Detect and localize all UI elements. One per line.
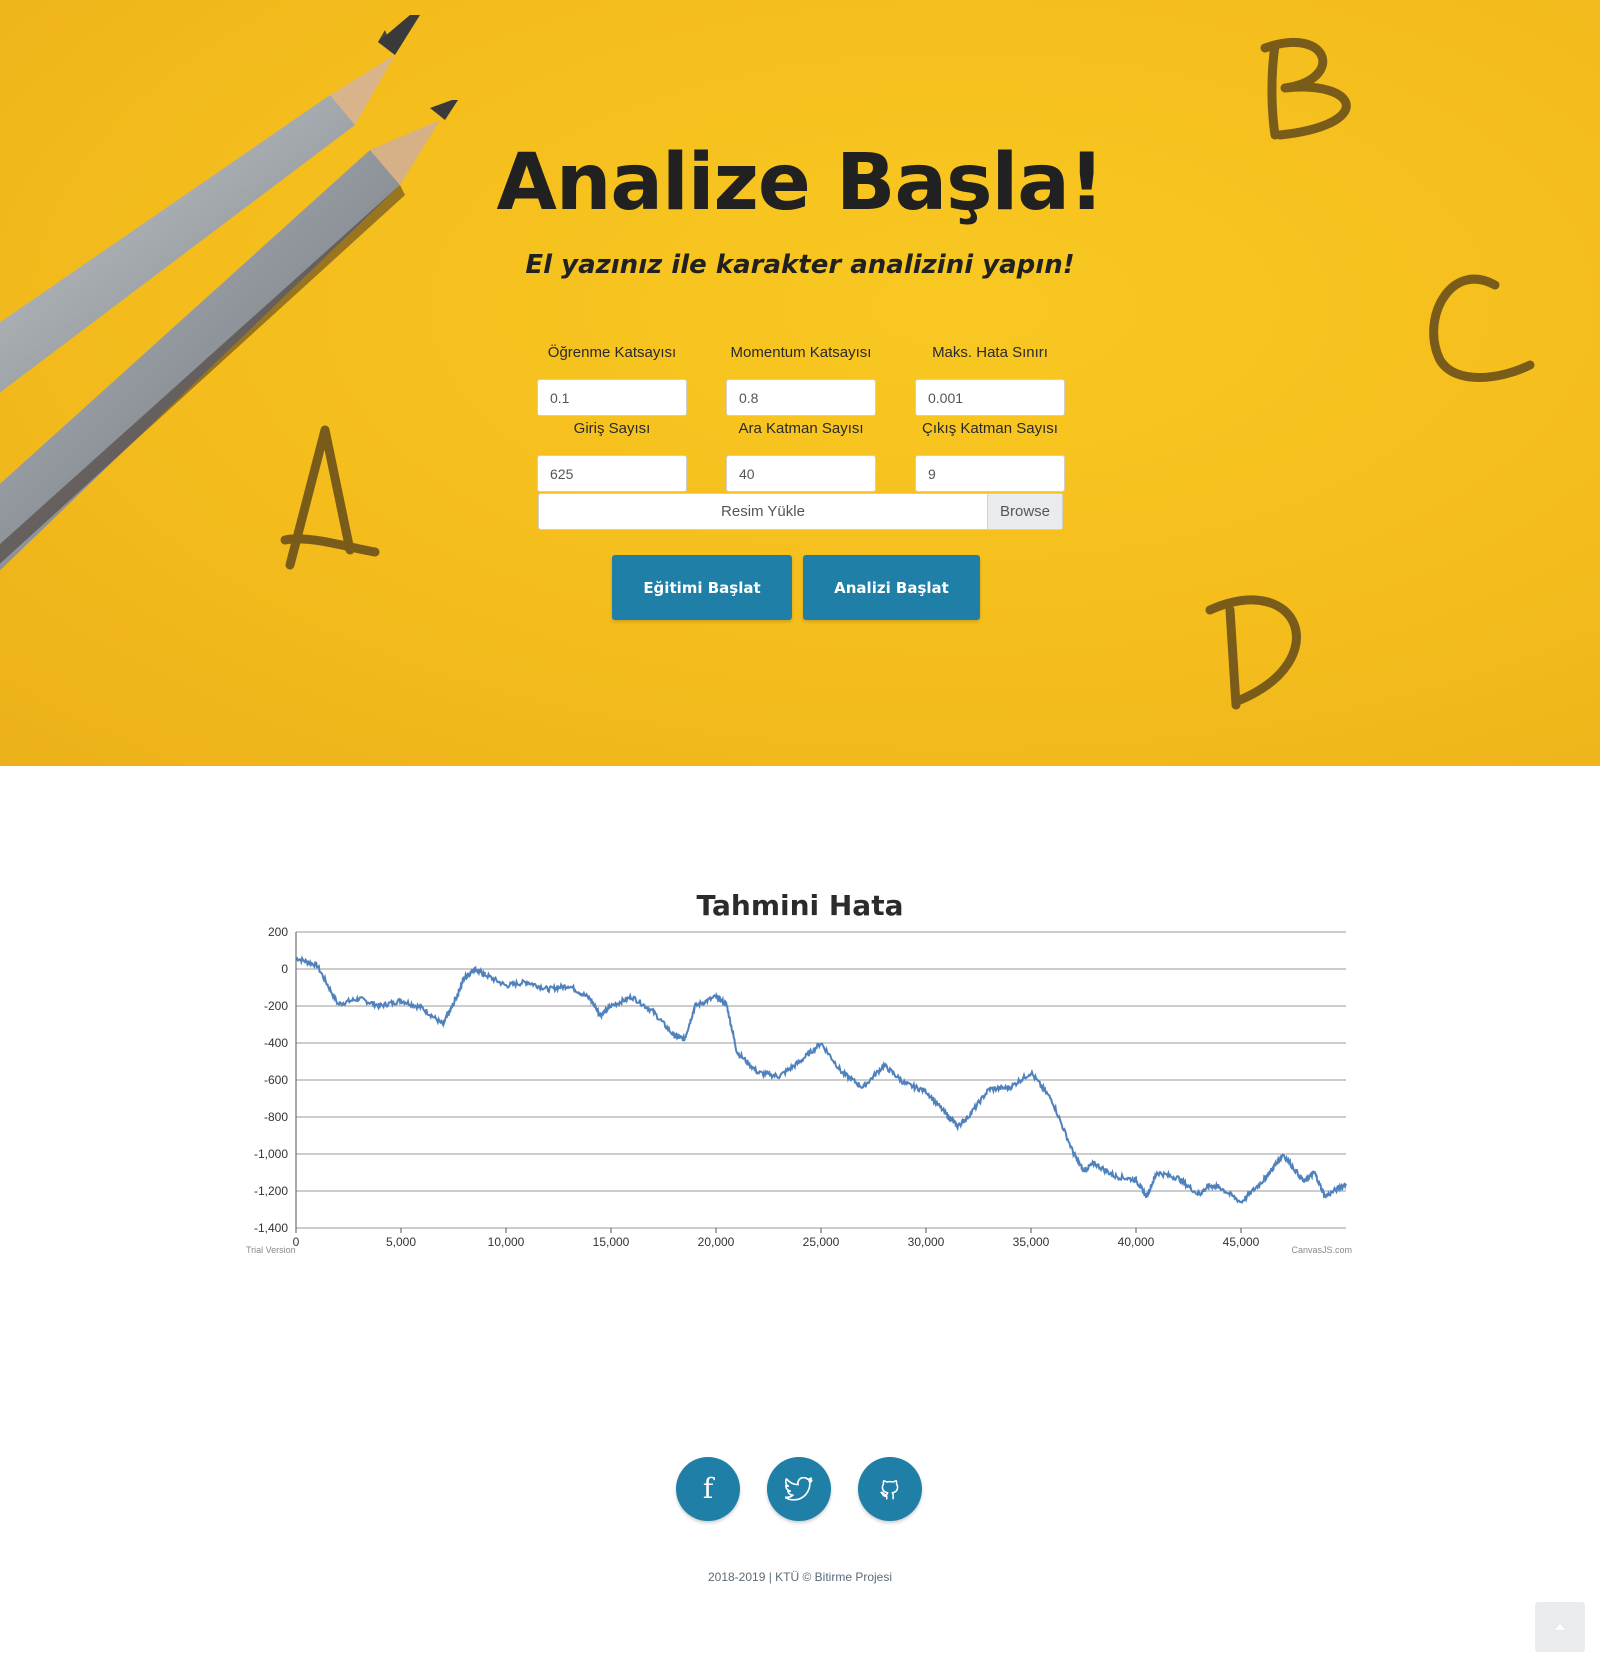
learning-rate-input[interactable] bbox=[537, 379, 687, 416]
learning-rate-group: Öğrenme Katsayısı bbox=[537, 343, 687, 416]
facebook-link[interactable]: f bbox=[676, 1457, 740, 1521]
handwritten-letter-b-icon bbox=[1260, 38, 1351, 140]
chart-title: Tahmini Hata bbox=[697, 889, 904, 922]
handwritten-letter-d-icon bbox=[1205, 595, 1301, 710]
github-icon bbox=[880, 1480, 899, 1500]
momentum-label: Momentum Katsayısı bbox=[730, 344, 872, 361]
output-count-group: Çıkış Katman Sayısı bbox=[915, 419, 1065, 492]
input-count-input[interactable] bbox=[537, 455, 687, 492]
chart-y-tick-label: -800 bbox=[264, 1110, 288, 1124]
image-upload-label: Resim Yükle bbox=[721, 503, 805, 520]
hidden-count-input[interactable] bbox=[726, 455, 876, 492]
hidden-count-group: Ara Katman Sayısı bbox=[726, 419, 876, 492]
momentum-input[interactable] bbox=[726, 379, 876, 416]
hidden-count-label: Ara Katman Sayısı bbox=[738, 420, 864, 437]
browse-button[interactable]: Browse bbox=[987, 494, 1062, 529]
max-error-label: Maks. Hata Sınırı bbox=[932, 344, 1048, 361]
footer-copyright: 2018-2019 | KTÜ © Bitirme Projesi bbox=[707, 1570, 893, 1584]
start-training-button[interactable]: Eğitimi Başlat bbox=[612, 555, 792, 620]
chart-y-tick-label: -400 bbox=[264, 1036, 288, 1050]
start-analysis-button[interactable]: Analizi Başlat bbox=[803, 555, 980, 620]
max-error-group: Maks. Hata Sınırı bbox=[915, 343, 1065, 416]
input-count-group: Giriş Sayısı bbox=[537, 419, 687, 492]
chart-y-tick-label: 0 bbox=[281, 962, 288, 976]
output-count-input[interactable] bbox=[915, 455, 1065, 492]
scroll-to-top-button[interactable] bbox=[1535, 1602, 1585, 1652]
chart-y-tick-label: 200 bbox=[268, 925, 288, 939]
chart-watermark-left: Trial Version bbox=[246, 1245, 296, 1255]
max-error-input[interactable] bbox=[915, 379, 1065, 416]
page-title: Analize Başla! bbox=[496, 138, 1105, 228]
chart-x-tick-label: 5,000 bbox=[386, 1235, 416, 1249]
facebook-icon: f bbox=[702, 1472, 714, 1505]
chart-y-tick-label: -200 bbox=[264, 999, 288, 1013]
hero-section: Analize Başla! El yazınız ile karakter a… bbox=[0, 0, 1600, 766]
error-chart: Tahmini Hata 200 0 -200 -400 -600 -800 -1,000 -… bbox=[230, 870, 1370, 1260]
chart-x-tick-label: 40,000 bbox=[1118, 1235, 1155, 1249]
output-count-label: Çıkış Katman Sayısı bbox=[922, 420, 1058, 437]
chart-x-tick-label: 25,000 bbox=[803, 1235, 840, 1249]
chart-x-tick-label: 10,000 bbox=[488, 1235, 525, 1249]
error-chart-svg: Tahmini Hata 200 0 -200 -400 -600 -800 -1,000 -… bbox=[246, 889, 1352, 1255]
twitter-link[interactable] bbox=[767, 1457, 831, 1521]
momentum-group: Momentum Katsayısı bbox=[726, 343, 876, 416]
image-upload-field[interactable]: Resim Yükle Browse bbox=[538, 493, 1063, 530]
chart-watermark-right: CanvasJS.com bbox=[1291, 1245, 1352, 1255]
handwritten-letter-c-icon bbox=[1429, 274, 1535, 382]
github-link[interactable] bbox=[858, 1457, 922, 1521]
chart-x-tick-label: 45,000 bbox=[1223, 1235, 1260, 1249]
input-count-label: Giriş Sayısı bbox=[573, 420, 651, 437]
chart-x-tick-label: 35,000 bbox=[1013, 1235, 1050, 1249]
chart-x-tick-label: 20,000 bbox=[698, 1235, 735, 1249]
handwritten-letter-a-icon bbox=[280, 425, 380, 570]
twitter-icon bbox=[785, 1477, 813, 1501]
page-subtitle: El yazınız ile karakter analizini yapın! bbox=[525, 250, 1075, 280]
chart-y-tick-label: -1,400 bbox=[254, 1221, 288, 1235]
chart-x-tick-label: 30,000 bbox=[908, 1235, 945, 1249]
chevron-up-icon bbox=[1555, 1624, 1565, 1630]
learning-rate-label: Öğrenme Katsayısı bbox=[547, 344, 677, 361]
chart-y-tick-label: -1,000 bbox=[254, 1147, 288, 1161]
chart-y-tick-label: -1,200 bbox=[254, 1184, 288, 1198]
chart-y-tick-label: -600 bbox=[264, 1073, 288, 1087]
chart-x-tick-label: 15,000 bbox=[593, 1235, 630, 1249]
